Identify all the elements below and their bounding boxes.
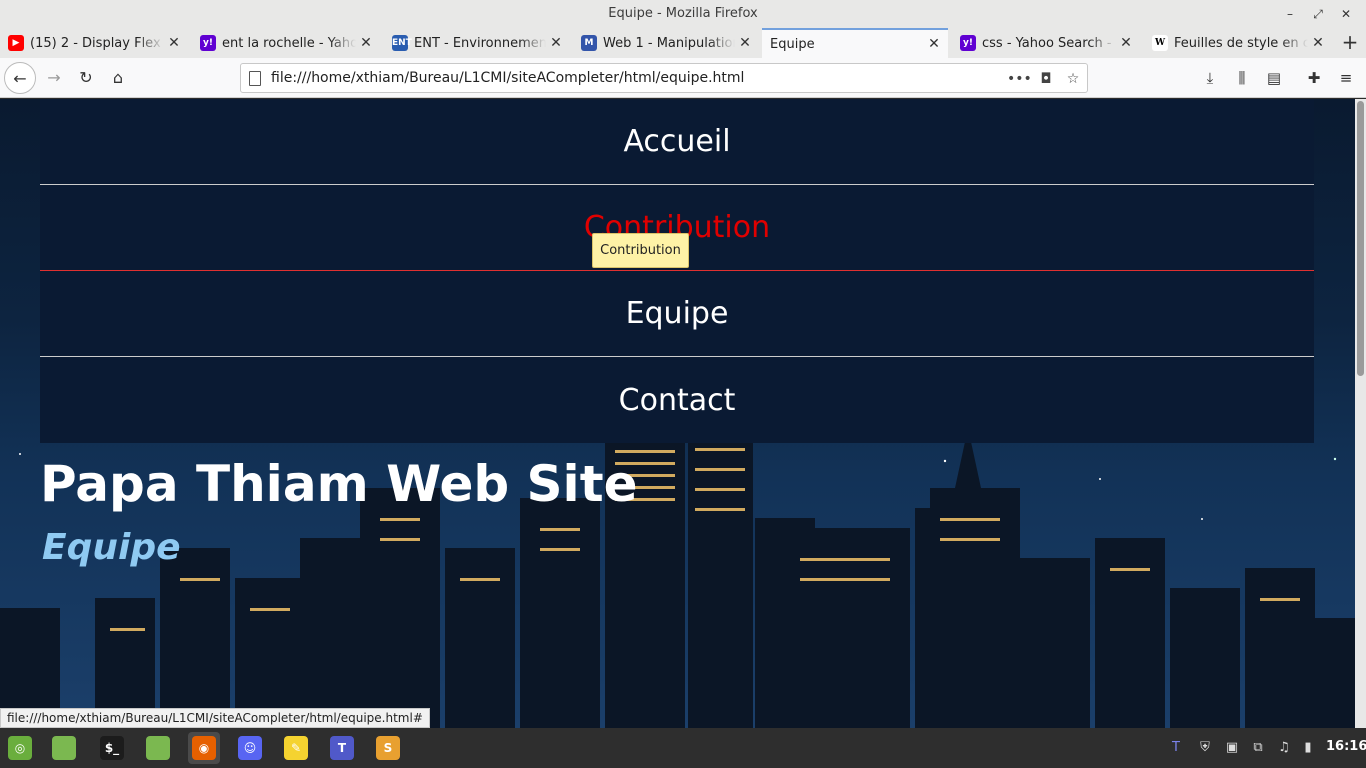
yahoo-icon: y! [200,35,216,51]
tab-label: ent la rochelle - Yahoo [222,35,356,51]
close-tab-icon[interactable]: ✕ [735,35,755,51]
tab-label: ENT - Environnement [414,35,546,51]
minimize-icon[interactable]: – [1280,4,1300,24]
site-navigation: Accueil Contribution Equipe Contact [40,99,1314,443]
bookmark-star-icon[interactable]: ☆ [1062,68,1084,90]
page-actions-icon[interactable]: ••• [1007,68,1032,90]
files-icon[interactable] [48,732,80,764]
close-window-icon[interactable]: ✕ [1336,4,1356,24]
volume-icon[interactable]: ▮ [1298,738,1318,758]
sidebar-icon[interactable]: ▤ [1262,66,1286,90]
tab-label: (15) 2 - Display Flex - G [30,35,164,51]
discord-icon[interactable]: ☺ [234,732,266,764]
music-icon[interactable]: ♫ [1274,738,1294,758]
yahoo-icon: y! [960,35,976,51]
mint-menu-icon[interactable]: ◎ [4,732,36,764]
firefox-icon[interactable]: ◉ [188,732,220,764]
maximize-icon[interactable]: ⤢ [1308,4,1328,24]
ent-icon: ENT [392,35,412,51]
pocket-icon[interactable]: ◘ [1035,68,1057,90]
tab-label: Web 1 - Manipulation [603,35,735,51]
page-subtitle: Equipe [42,527,181,568]
moodle-icon: M [581,35,597,51]
youtube-icon: ▶ [8,35,24,51]
scrollbar-thumb[interactable] [1357,101,1364,376]
address-url: file:///home/xthiam/Bureau/L1CMI/siteACo… [271,70,745,86]
nav-link-accueil[interactable]: Accueil [40,99,1314,185]
library-icon[interactable]: ⫼ [1230,66,1254,90]
nav-link-equipe[interactable]: Equipe [40,271,1314,357]
tab-3[interactable]: ENT ENT - Environnement ✕ [384,28,570,58]
network-icon[interactable]: ⧉ [1248,738,1268,758]
wikipedia-icon: W [1152,35,1168,51]
new-tab-button[interactable]: + [1338,28,1362,58]
link-tooltip: Contribution [592,233,689,268]
shield-icon[interactable]: ⛨ [1195,738,1215,758]
close-tab-icon[interactable]: ✕ [1116,35,1136,51]
link-status-bar: file:///home/xthiam/Bureau/L1CMI/siteACo… [0,708,430,728]
window-title: Equipe - Mozilla Firefox [608,6,758,21]
forward-button[interactable]: → [38,62,70,94]
menu-icon[interactable]: ≡ [1334,66,1358,90]
folder-icon[interactable] [142,732,174,764]
sublime-icon[interactable]: S [372,732,404,764]
tab-label: css - Yahoo Search - A [982,35,1116,51]
close-tab-icon[interactable]: ✕ [1308,35,1328,51]
terminal-icon[interactable]: $_ [96,732,128,764]
navigation-toolbar: ← → ↻ ⌂ file:///home/xthiam/Bureau/L1CMI… [0,58,1366,98]
close-tab-icon[interactable]: ✕ [924,36,944,52]
tab-1[interactable]: ▶ (15) 2 - Display Flex - G✕ [0,28,188,58]
tab-label: Equipe [770,36,815,52]
text-editor-icon[interactable]: ✎ [280,732,312,764]
close-tab-icon[interactable]: ✕ [356,35,376,51]
tab-6[interactable]: y! css - Yahoo Search - A ✕ [952,28,1140,58]
page-viewport: Accueil Contribution Equipe Contact Contrib… [0,99,1355,728]
tab-7[interactable]: W Feuilles de style en ca ✕ [1144,28,1332,58]
close-tab-icon[interactable]: ✕ [546,35,566,51]
reload-button[interactable]: ↻ [70,62,102,94]
site-title: Papa Thiam Web Site [40,455,638,513]
tab-4[interactable]: M Web 1 - Manipulation ✕ [573,28,759,58]
teams-icon[interactable]: T [326,732,358,764]
nav-link-contact[interactable]: Contact [40,357,1314,443]
close-tab-icon[interactable]: ✕ [164,35,184,51]
vertical-scrollbar[interactable] [1355,99,1366,728]
teams-tray-icon[interactable]: T [1166,738,1186,758]
clipboard-icon[interactable]: ▣ [1222,738,1242,758]
page-icon [249,71,261,86]
back-button[interactable]: ← [4,62,36,94]
downloads-icon[interactable]: ⤓ [1198,66,1222,90]
tab-2[interactable]: y! ent la rochelle - Yahoo ✕ [192,28,380,58]
clock[interactable]: 16:16 [1326,739,1366,754]
os-taskbar: ◎ $_ ◉ ☺ ✎ T S T ⛨ ▣ ⧉ ♫ ▮ 16:16 [0,728,1366,768]
tab-5[interactable]: Equipe ✕ [762,28,948,58]
extensions-icon[interactable]: ✚ [1302,66,1326,90]
window-titlebar: Equipe - Mozilla Firefox – ⤢ ✕ [0,0,1366,28]
home-button[interactable]: ⌂ [102,62,134,94]
address-bar[interactable]: file:///home/xthiam/Bureau/L1CMI/siteACo… [240,63,1088,93]
tab-strip: ▶(15) 2 - Display Flex - G✕y!ent la roch… [0,28,1366,58]
tab-label: Feuilles de style en ca [1174,35,1308,51]
